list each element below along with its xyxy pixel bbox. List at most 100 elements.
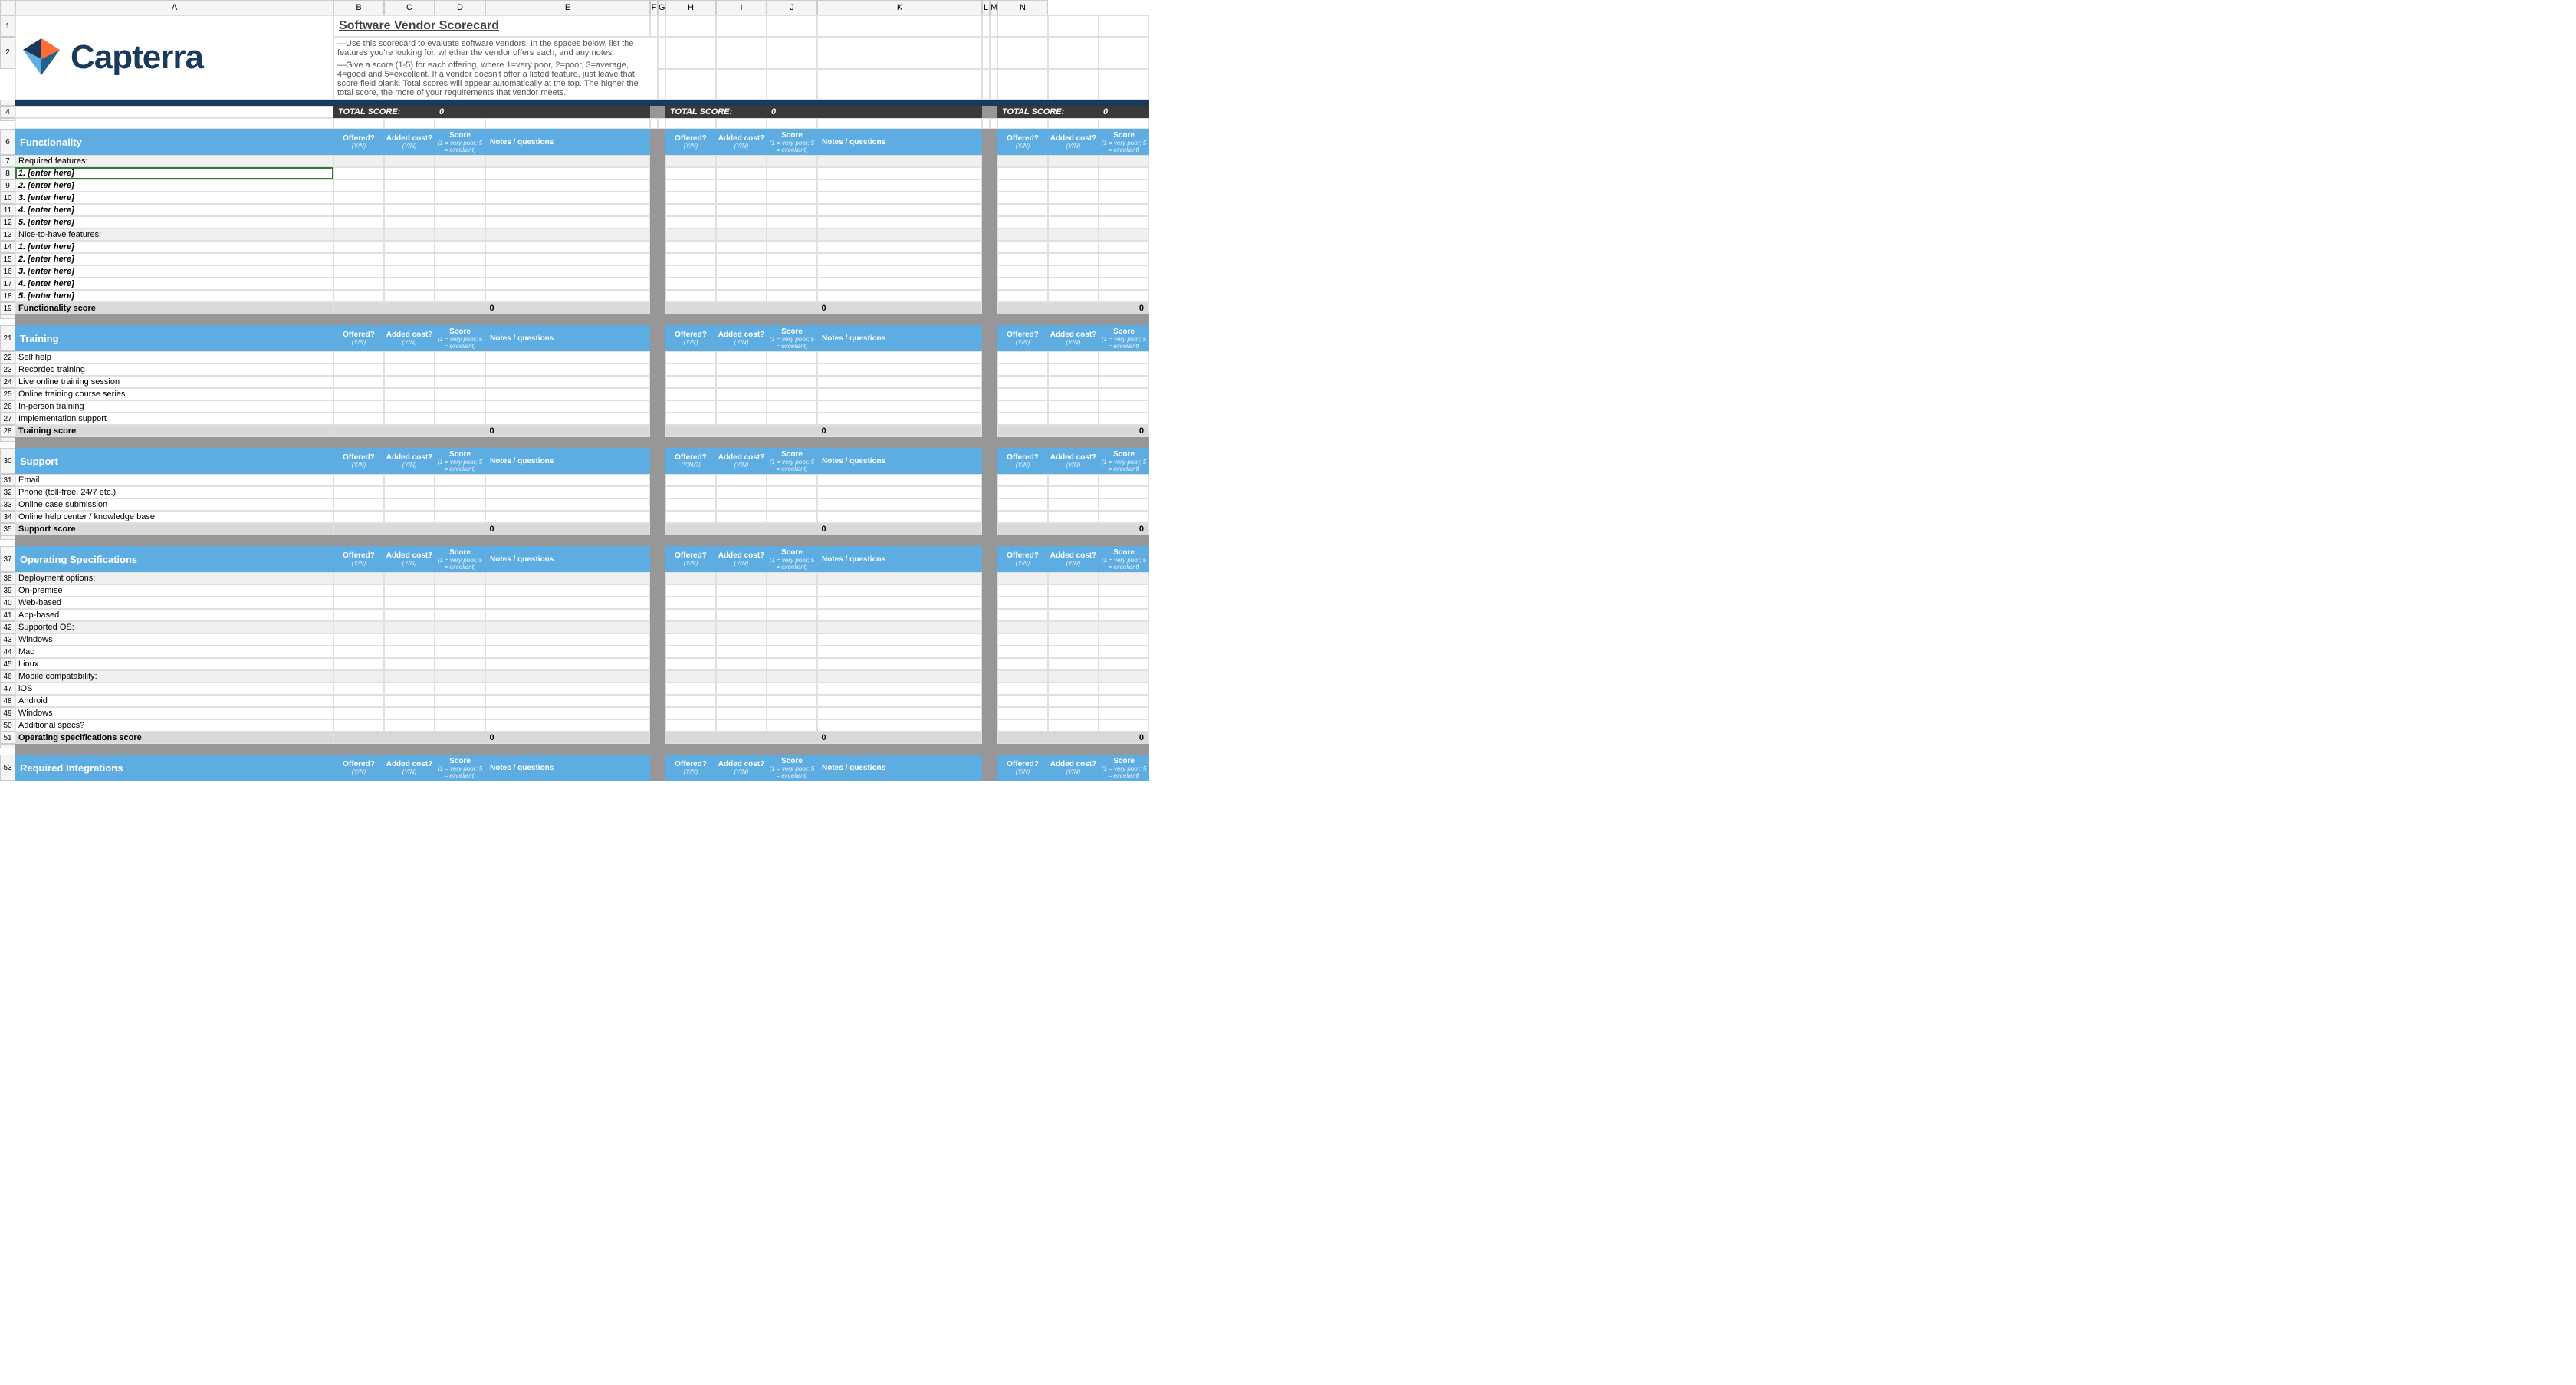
row-header-4[interactable]: 4: [0, 106, 15, 118]
data-cell[interactable]: [817, 646, 982, 658]
data-cell[interactable]: [665, 204, 716, 216]
row-header[interactable]: 30: [0, 448, 15, 474]
data-cell[interactable]: [384, 204, 435, 216]
data-cell[interactable]: [1099, 204, 1149, 216]
data-cell[interactable]: [334, 400, 384, 413]
data-cell[interactable]: [716, 192, 767, 204]
data-cell[interactable]: [384, 511, 435, 523]
cell-blank[interactable]: [767, 37, 817, 69]
cell-blank[interactable]: [1048, 118, 1099, 129]
data-cell[interactable]: [1099, 695, 1149, 707]
data-cell[interactable]: [1099, 229, 1149, 241]
data-cell[interactable]: [1099, 572, 1149, 584]
row-label[interactable]: 1. [enter here]: [15, 241, 334, 253]
row-label[interactable]: Online training course series: [15, 388, 334, 400]
data-cell[interactable]: [384, 216, 435, 229]
data-cell[interactable]: [435, 155, 485, 167]
cell-blank[interactable]: [767, 69, 817, 100]
row-header[interactable]: 49: [0, 707, 15, 719]
data-cell[interactable]: [665, 364, 716, 376]
data-cell[interactable]: [384, 351, 435, 364]
data-cell[interactable]: [384, 400, 435, 413]
row-label[interactable]: Email: [15, 474, 334, 486]
data-cell[interactable]: [716, 278, 767, 290]
data-cell[interactable]: [485, 597, 650, 609]
data-cell[interactable]: [997, 474, 1048, 486]
data-cell[interactable]: [997, 413, 1048, 425]
data-cell[interactable]: [435, 364, 485, 376]
cell-blank[interactable]: [990, 69, 997, 100]
cell-blank[interactable]: [15, 118, 334, 129]
data-cell[interactable]: [817, 351, 982, 364]
data-cell[interactable]: [1099, 179, 1149, 192]
data-cell[interactable]: [435, 290, 485, 302]
data-cell[interactable]: [665, 388, 716, 400]
cell-blank[interactable]: [990, 118, 997, 129]
cell-blank[interactable]: [817, 37, 982, 69]
data-cell[interactable]: [767, 204, 817, 216]
cell-blank[interactable]: [716, 69, 767, 100]
cell-blank[interactable]: [767, 15, 817, 37]
cell-blank[interactable]: [982, 118, 990, 129]
data-cell[interactable]: [1048, 241, 1099, 253]
data-cell[interactable]: [997, 621, 1048, 633]
data-cell[interactable]: [767, 707, 817, 719]
data-cell[interactable]: [1048, 376, 1099, 388]
data-cell[interactable]: [334, 192, 384, 204]
data-cell[interactable]: [384, 167, 435, 179]
row-label[interactable]: Web-based: [15, 597, 334, 609]
data-cell[interactable]: [716, 511, 767, 523]
data-cell[interactable]: [997, 695, 1048, 707]
data-cell[interactable]: [384, 498, 435, 511]
data-cell[interactable]: [817, 400, 982, 413]
row-label[interactable]: Phone (toll-free, 24/7 etc.): [15, 486, 334, 498]
data-cell[interactable]: [665, 511, 716, 523]
data-cell[interactable]: [1048, 584, 1099, 597]
row-header[interactable]: 26: [0, 400, 15, 413]
row-header[interactable]: 32: [0, 486, 15, 498]
data-cell[interactable]: [1099, 474, 1149, 486]
data-cell[interactable]: [997, 204, 1048, 216]
data-cell[interactable]: [334, 376, 384, 388]
data-cell[interactable]: [435, 204, 485, 216]
cell-blank[interactable]: [658, 37, 665, 69]
row-label[interactable]: 3. [enter here]: [15, 265, 334, 278]
row-label[interactable]: 5. [enter here]: [15, 216, 334, 229]
row-header[interactable]: 39: [0, 584, 15, 597]
row-label[interactable]: App-based: [15, 609, 334, 621]
data-cell[interactable]: [384, 192, 435, 204]
row-label[interactable]: Required features:: [15, 155, 334, 167]
data-cell[interactable]: [384, 707, 435, 719]
data-cell[interactable]: [716, 290, 767, 302]
row-label[interactable]: iOS: [15, 683, 334, 695]
data-cell[interactable]: [716, 155, 767, 167]
data-cell[interactable]: [384, 364, 435, 376]
row-header-3[interactable]: [0, 100, 15, 106]
data-cell[interactable]: [435, 609, 485, 621]
data-cell[interactable]: [485, 413, 650, 425]
data-cell[interactable]: [665, 351, 716, 364]
data-cell[interactable]: [485, 253, 650, 265]
data-cell[interactable]: [817, 290, 982, 302]
data-cell[interactable]: [997, 646, 1048, 658]
row-label[interactable]: 5. [enter here]: [15, 290, 334, 302]
data-cell[interactable]: [485, 511, 650, 523]
data-cell[interactable]: [485, 400, 650, 413]
data-cell[interactable]: [767, 597, 817, 609]
data-cell[interactable]: [767, 290, 817, 302]
row-header[interactable]: 21: [0, 325, 15, 351]
data-cell[interactable]: [384, 670, 435, 683]
data-cell[interactable]: [334, 474, 384, 486]
col-header-E[interactable]: E: [485, 0, 650, 15]
data-cell[interactable]: [767, 474, 817, 486]
data-cell[interactable]: [716, 253, 767, 265]
data-cell[interactable]: [817, 695, 982, 707]
data-cell[interactable]: [1048, 364, 1099, 376]
data-cell[interactable]: [435, 498, 485, 511]
data-cell[interactable]: [485, 241, 650, 253]
data-cell[interactable]: [716, 584, 767, 597]
data-cell[interactable]: [1099, 486, 1149, 498]
col-header-M[interactable]: M: [990, 0, 997, 15]
cell-blank[interactable]: [817, 69, 982, 100]
data-cell[interactable]: [1048, 351, 1099, 364]
